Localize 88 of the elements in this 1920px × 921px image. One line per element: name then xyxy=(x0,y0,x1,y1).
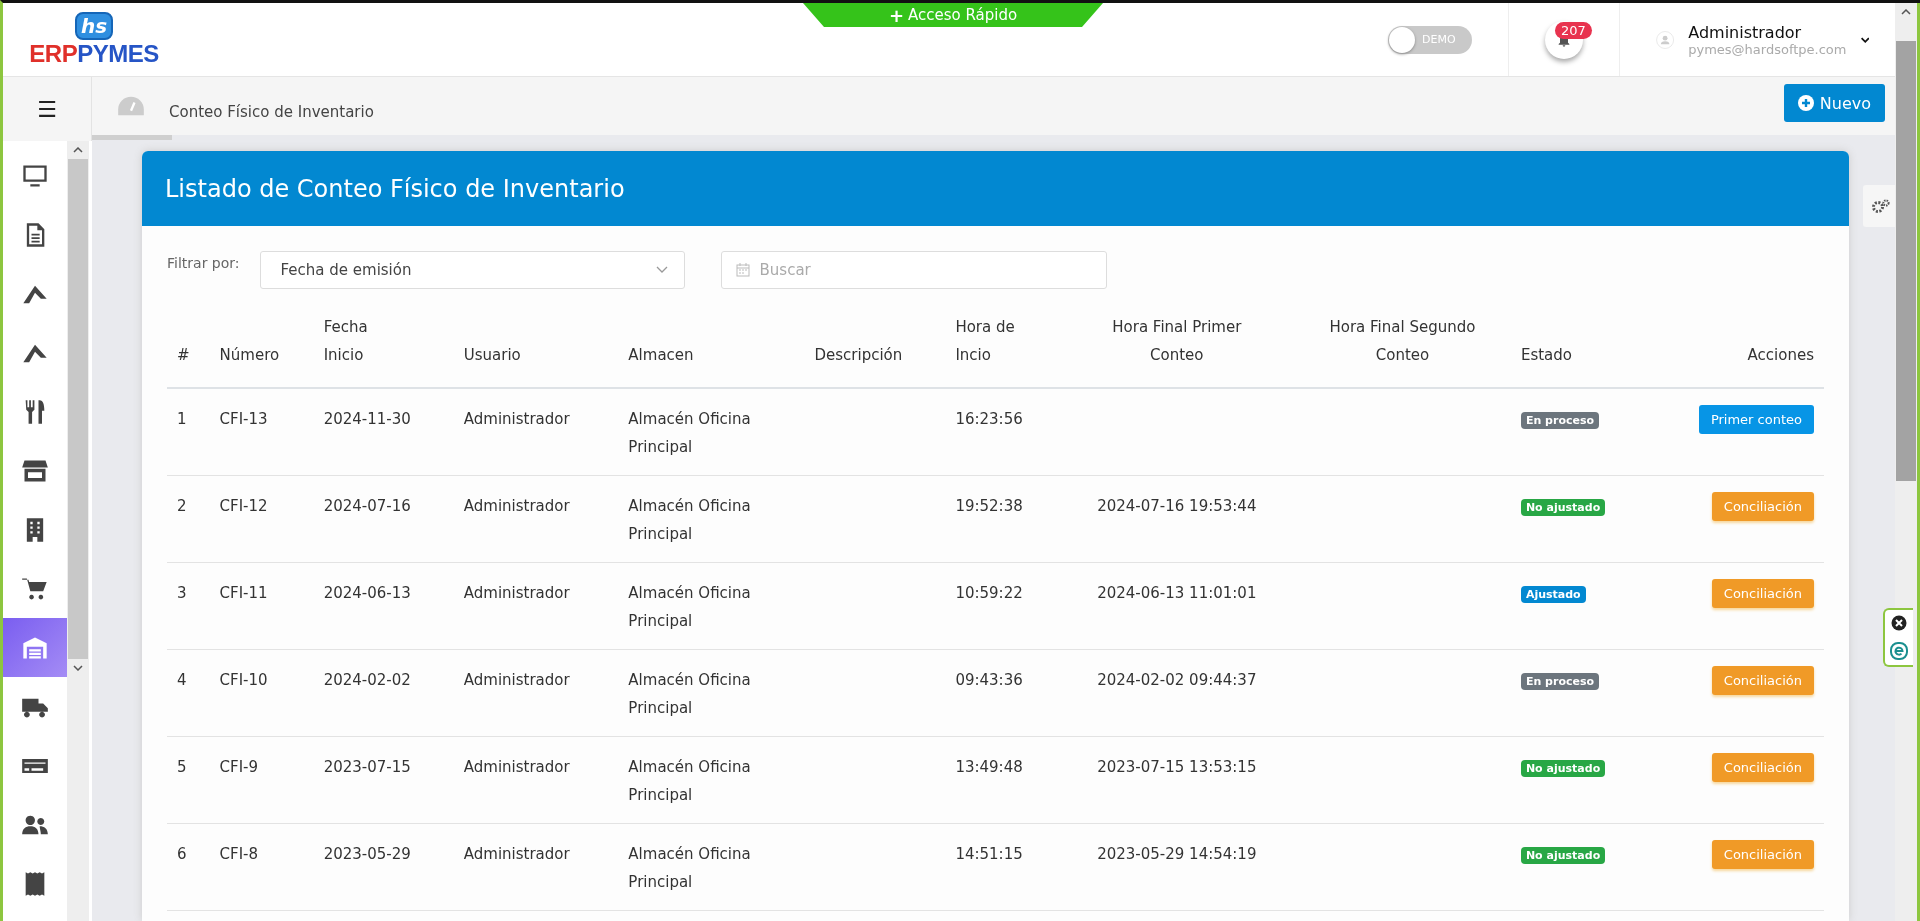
status-badge: En proceso xyxy=(1520,673,1600,690)
chevron-down-icon xyxy=(655,266,668,274)
table-cell: 2024-02-02 xyxy=(313,649,454,737)
action-button[interactable]: Primer conteo xyxy=(1698,405,1814,434)
column-header: Acciones xyxy=(1647,305,1824,388)
table-cell: CFI-8 xyxy=(209,823,314,911)
table-cell: 2024-11-30 xyxy=(313,388,454,476)
scroll-up-icon[interactable] xyxy=(1901,9,1911,15)
e-logo-icon[interactable] xyxy=(1890,641,1908,660)
table-cell: 4 xyxy=(167,649,210,737)
table-cell: Administrador xyxy=(453,475,619,563)
table-cell: 5 xyxy=(167,736,210,824)
close-icon[interactable] xyxy=(1891,615,1907,632)
table-cell: 09:43:36 xyxy=(945,649,1060,737)
table-cell: 2024-07-16 19:53:44 xyxy=(1097,497,1257,515)
status-badge: En proceso xyxy=(1520,412,1600,429)
menu-icon[interactable]: ☰ xyxy=(37,96,57,122)
table-cell: 6 xyxy=(167,823,210,911)
table-cell: 2023-05-29 14:54:19 xyxy=(1097,845,1257,863)
table-cell: CFI-13 xyxy=(209,388,314,476)
table-cell: 2023-05-29 xyxy=(313,823,454,911)
table-cell: 16:23:56 xyxy=(945,388,1060,476)
status-badge: No ajustado xyxy=(1520,760,1606,777)
action-button[interactable]: Conciliación xyxy=(1711,666,1814,695)
calendar-icon xyxy=(735,263,750,277)
column-header: # xyxy=(167,305,210,388)
status-badge: Ajustado xyxy=(1520,586,1586,603)
dashboard-icon xyxy=(117,95,145,117)
table-cell: CFI-11 xyxy=(209,562,314,650)
table-cell: Almacén Oficina Principal xyxy=(618,649,805,737)
scrollbar-thumb[interactable] xyxy=(1896,41,1916,481)
card-title: Listado de Conteo Físico de Inventario xyxy=(142,151,1849,226)
user-name: Administrador xyxy=(1688,22,1803,42)
column-header: Usuario xyxy=(453,305,619,388)
table-cell: Administrador xyxy=(453,649,619,737)
table-cell: 1 xyxy=(167,388,210,476)
scroll-up-icon[interactable] xyxy=(73,147,83,153)
action-button[interactable]: Conciliación xyxy=(1711,579,1814,608)
breadcrumb-title: Conteo Físico de Inventario xyxy=(169,103,374,121)
notification-badge: 207 xyxy=(1555,22,1592,39)
sidebar-item[interactable] xyxy=(3,618,67,677)
quick-access-button[interactable]: + Acceso Rápido xyxy=(803,3,1103,27)
user-email: pymes@hardsoftpe.com xyxy=(1688,41,1847,57)
table-cell: 10:59:22 xyxy=(945,562,1060,650)
table-cell: Almacén Oficina Principal xyxy=(618,388,805,476)
table-cell: Almacén Oficina Principal xyxy=(618,562,805,650)
table-cell: Administrador xyxy=(453,736,619,824)
plus-icon xyxy=(1797,95,1814,111)
table-cell: 2024-06-13 xyxy=(313,562,454,650)
table-cell: CFI-10 xyxy=(209,649,314,737)
scrollbar-thumb[interactable] xyxy=(68,159,88,659)
table-cell: 2023-07-15 xyxy=(313,736,454,824)
table-cell: Administrador xyxy=(453,823,619,911)
action-button[interactable]: Conciliación xyxy=(1711,840,1814,869)
status-badge: No ajustado xyxy=(1520,499,1606,516)
scroll-down-icon[interactable] xyxy=(73,665,83,671)
search-field[interactable]: Buscar xyxy=(720,251,1107,289)
table-cell: 2023-07-15 13:53:15 xyxy=(1097,758,1257,776)
column-header: Hora Final Primer Conteo xyxy=(1059,305,1294,388)
table-cell: CFI-12 xyxy=(209,475,314,563)
table-cell: 2 xyxy=(167,475,210,563)
table-cell: 2024-07-16 xyxy=(313,475,454,563)
column-header: Descripción xyxy=(804,305,946,388)
table-cell: 14:51:15 xyxy=(945,823,1060,911)
table-cell: 2024-06-13 11:01:01 xyxy=(1097,584,1257,602)
table-cell: 2024-02-02 09:44:37 xyxy=(1097,671,1257,689)
action-button[interactable]: Conciliación xyxy=(1711,492,1814,521)
status-badge: No ajustado xyxy=(1520,847,1606,864)
search-input[interactable]: Buscar xyxy=(757,260,1082,280)
table-cell: 3 xyxy=(167,562,210,650)
column-header: Hora de Incio xyxy=(945,305,1060,388)
table-cell: Almacén Oficina Principal xyxy=(618,823,805,911)
table-cell: 19:52:38 xyxy=(945,475,1060,563)
action-button[interactable]: Conciliación xyxy=(1711,753,1814,782)
table-cell: CFI-9 xyxy=(209,736,314,824)
table-cell: Administrador xyxy=(453,562,619,650)
new-button[interactable]: Nuevo xyxy=(1783,84,1885,122)
column-header: Fecha Inicio xyxy=(313,305,454,388)
column-header: Hora Final Segundo Conteo xyxy=(1294,305,1511,388)
column-header: Almacen xyxy=(618,305,805,388)
column-header: Número xyxy=(209,305,314,388)
table-cell: Almacén Oficina Principal xyxy=(618,736,805,824)
filter-select[interactable]: Fecha de emisión xyxy=(259,251,685,289)
table-cell: 13:49:48 xyxy=(945,736,1060,824)
table-cell: Almacén Oficina Principal xyxy=(618,475,805,563)
filter-label: Filtrar por: xyxy=(167,255,240,271)
column-header: Estado xyxy=(1510,305,1648,388)
table-cell: Administrador xyxy=(453,388,619,476)
